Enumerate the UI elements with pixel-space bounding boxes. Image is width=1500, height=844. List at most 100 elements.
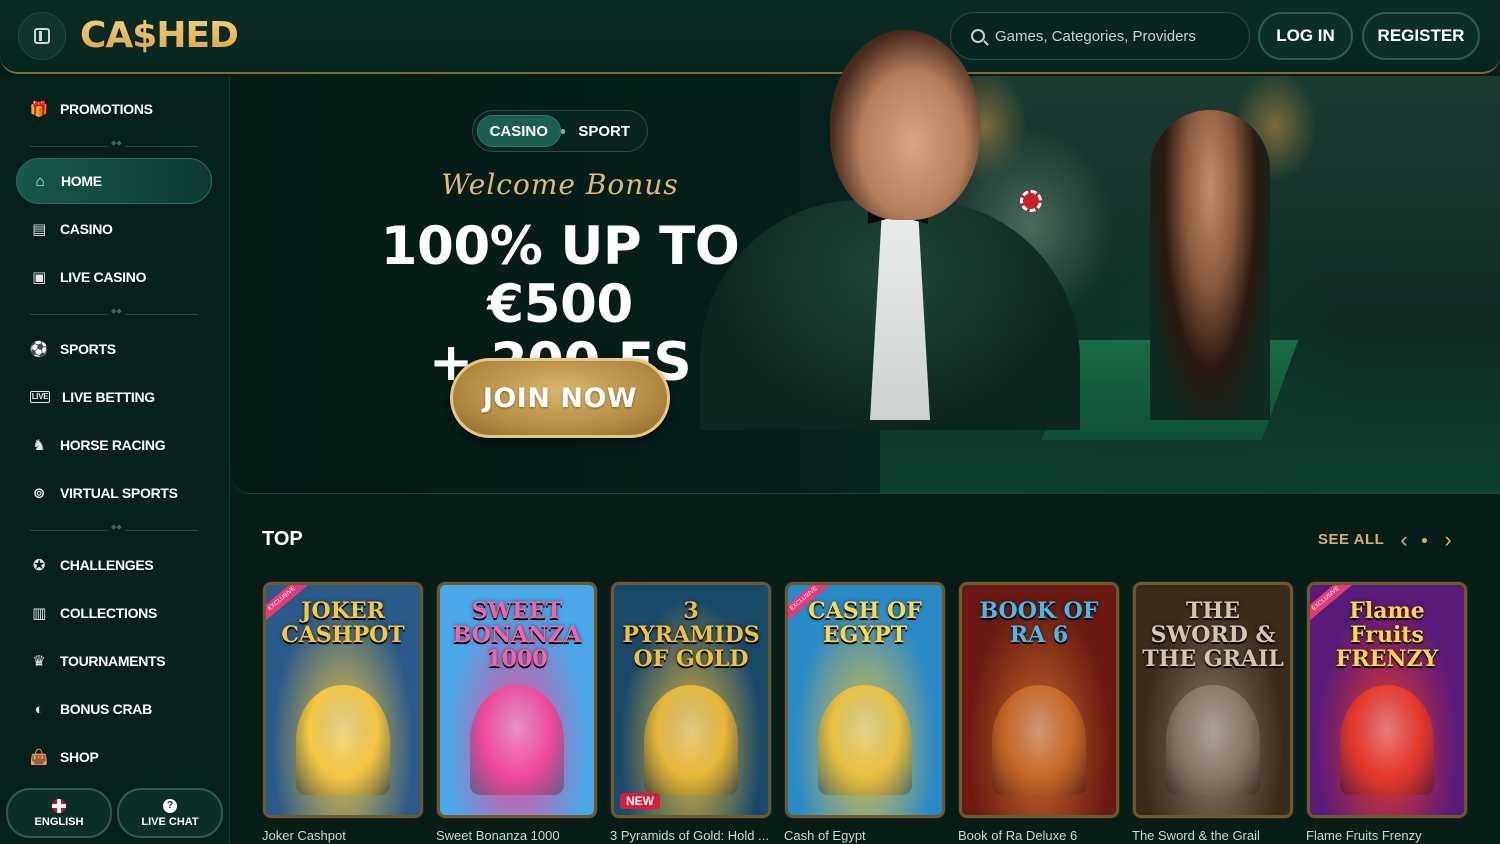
game-card-logo-text: Flame Fruits FRENZY	[1335, 598, 1439, 672]
bonus-headline-line1: 100% UP TO €500	[380, 216, 740, 335]
game-card[interactable]: 3 PYRAMIDS OF GOLD NEW	[611, 582, 771, 818]
sidebar-item-promotions[interactable]: 🎁 PROMOTIONS	[16, 86, 212, 132]
toggle-sport[interactable]: SPORT	[565, 115, 643, 147]
horse-icon: ♞	[32, 436, 46, 454]
sidebar-item-label: SHOP	[60, 749, 99, 765]
sidebar-divider	[30, 139, 198, 147]
collection-cards-icon: ▥	[32, 604, 46, 622]
game-card-character-art	[1166, 685, 1260, 795]
casino-sport-toggle[interactable]: CASINO SPORT	[472, 110, 648, 152]
new-badge: NEW	[620, 793, 660, 809]
gift-icon: 🎁	[29, 100, 49, 118]
game-card-title[interactable]: Book of Ra Deluxe 6	[958, 828, 1118, 843]
sidebar-item-tournaments[interactable]: ♛ TOURNAMENTS	[16, 638, 212, 684]
game-card[interactable]: SWEET BONANZA 1000	[437, 582, 597, 818]
game-card-logo-text: THE SWORD & THE GRAIL	[1142, 598, 1284, 672]
game-card-logo-text: JOKER CASHPOT	[281, 598, 405, 648]
sidebar-item-home[interactable]: ⌂ HOME	[16, 158, 212, 204]
sidebar-item-label: VIRTUAL SPORTS	[60, 485, 178, 501]
sidebar-item-label: LIVE CASINO	[60, 269, 147, 285]
sidebar-item-label: TOURNAMENTS	[60, 653, 166, 669]
hero-man-head-art	[830, 30, 980, 220]
help-icon: ?	[163, 798, 177, 813]
sidebar-toggle-button[interactable]	[18, 12, 66, 60]
game-card-title[interactable]: 3 Pyramids of Gold: Hold ...	[610, 828, 770, 843]
sidebar-item-bonus-crab[interactable]: ◐ BONUS CRAB	[16, 686, 212, 732]
game-card-logo-text: CASH OF EGYPT	[808, 598, 922, 648]
sidebar-divider	[30, 523, 198, 531]
game-card-logo-text: 3 PYRAMIDS OF GOLD	[622, 598, 760, 672]
sidebar-item-label: HORSE RACING	[60, 437, 166, 453]
live-cards-icon: ▣	[32, 268, 46, 286]
login-button[interactable]: LOG IN	[1258, 12, 1353, 60]
toggle-casino[interactable]: CASINO	[477, 115, 561, 147]
game-card-logo-text: BOOK OF RA 6	[979, 598, 1099, 648]
sidebar-item-label: LIVE BETTING	[62, 389, 155, 405]
top-header: CA$HED LOG IN REGISTER	[0, 0, 1500, 74]
language-label: ENGLISH	[34, 815, 84, 828]
home-icon: ⌂	[35, 172, 45, 190]
shopping-bag-icon: 👜	[29, 748, 49, 766]
virtual-ball-icon: ⊚	[32, 484, 46, 502]
carousel-next-icon[interactable]: ›	[1436, 528, 1460, 552]
uk-flag-icon	[52, 798, 66, 813]
sidebar-item-collections[interactable]: ▥ COLLECTIONS	[16, 590, 212, 636]
game-card-character-art	[644, 685, 738, 795]
game-card[interactable]: BOOK OF RA 6	[959, 582, 1119, 818]
sidebar-item-label: SPORTS	[60, 341, 116, 357]
game-card-logo-text: SWEET BONANZA 1000	[452, 598, 582, 672]
see-all-link[interactable]: SEE ALL	[1318, 531, 1384, 548]
game-card-character-art	[818, 685, 912, 795]
live-tag-icon: LIVE	[30, 391, 50, 403]
register-button[interactable]: REGISTER	[1362, 12, 1480, 60]
sidebar-item-label: CHALLENGES	[60, 557, 154, 573]
sidebar-item-sports[interactable]: ⚽ SPORTS	[16, 326, 212, 372]
game-card-title[interactable]: The Sword & the Grail	[1132, 828, 1292, 843]
sidebar-item-label: BONUS CRAB	[60, 701, 152, 717]
site-logo[interactable]: CA$HED	[80, 12, 239, 62]
game-card-title[interactable]: Cash of Egypt	[784, 828, 944, 843]
game-card-character-art	[992, 685, 1086, 795]
sidebar-item-shop[interactable]: 👜 SHOP	[16, 734, 212, 780]
game-card-title[interactable]: Sweet Bonanza 1000	[436, 828, 596, 843]
top-games-title: TOP	[262, 528, 303, 550]
poker-chip-icon	[1020, 190, 1042, 212]
soccer-ball-icon: ⚽	[29, 340, 49, 358]
welcome-bonus-heading: Welcome Bonus	[441, 168, 679, 201]
sidebar-item-challenges[interactable]: ✪ CHALLENGES	[16, 542, 212, 588]
live-chat-button[interactable]: ? LIVE CHAT	[117, 788, 223, 838]
sidebar-item-casino[interactable]: ▤ CASINO	[16, 206, 212, 252]
game-card-title[interactable]: Flame Fruits Frenzy	[1306, 828, 1466, 843]
sidebar-toggle-icon	[34, 28, 50, 44]
sidebar-item-label: PROMOTIONS	[60, 101, 153, 117]
slot-machine-icon: ▤	[32, 220, 46, 238]
search-box[interactable]	[950, 12, 1250, 60]
game-card[interactable]: THE SWORD & THE GRAIL	[1133, 582, 1293, 818]
game-card-character-art	[296, 685, 390, 795]
hero-woman-art	[1150, 110, 1270, 420]
game-card-title[interactable]: Joker Cashpot	[262, 828, 422, 843]
game-card[interactable]: Flame Fruits FRENZY EXCLUSIVE	[1307, 582, 1467, 818]
game-card-character-art	[470, 685, 564, 795]
sidebar-item-live-casino[interactable]: ▣ LIVE CASINO	[16, 254, 212, 300]
search-input[interactable]	[995, 27, 1235, 45]
sidebar-item-horse-racing[interactable]: ♞ HORSE RACING	[16, 422, 212, 468]
language-button[interactable]: ENGLISH	[6, 788, 112, 838]
sidebar-item-virtual-sports[interactable]: ⊚ VIRTUAL SPORTS	[16, 470, 212, 516]
crab-claw-icon: ◐	[34, 700, 44, 718]
game-card-character-art	[1340, 685, 1434, 795]
game-card[interactable]: JOKER CASHPOT EXCLUSIVE	[263, 582, 423, 818]
game-card[interactable]: CASH OF EGYPT EXCLUSIVE	[785, 582, 945, 818]
sidebar-item-label: HOME	[61, 173, 102, 189]
live-chat-label: LIVE CHAT	[141, 815, 199, 828]
sidebar-item-label: COLLECTIONS	[60, 605, 158, 621]
carousel-dot	[1422, 538, 1427, 543]
search-icon	[971, 29, 985, 43]
sidebar-item-live-betting[interactable]: LIVE LIVE BETTING	[16, 374, 212, 420]
trophy-icon: ♛	[32, 652, 46, 670]
medal-icon: ✪	[32, 556, 46, 574]
sidebar-divider	[30, 307, 198, 315]
carousel-prev-icon[interactable]: ‹	[1392, 528, 1416, 552]
join-now-button[interactable]: JOIN NOW	[450, 358, 670, 438]
sidebar-item-label: CASINO	[60, 221, 113, 237]
